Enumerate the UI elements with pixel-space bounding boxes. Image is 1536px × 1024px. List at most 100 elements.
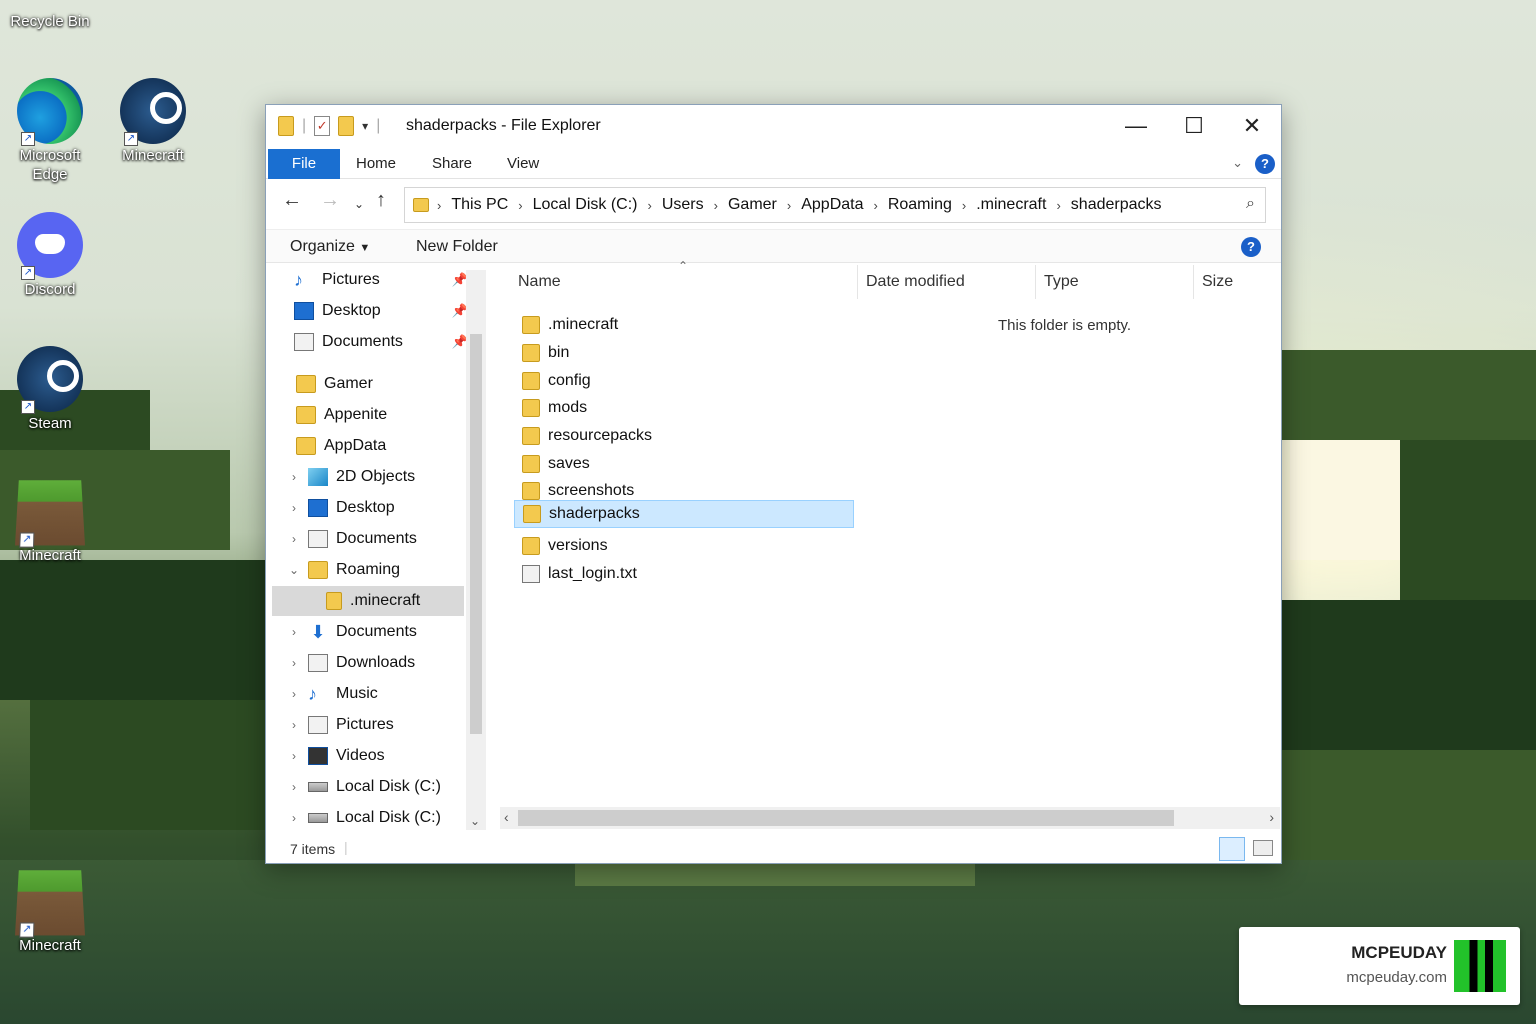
chevron-right-icon[interactable]: › — [286, 780, 302, 794]
properties-icon[interactable]: ✓ — [314, 116, 331, 136]
recent-locations-icon[interactable]: ⌄ — [354, 197, 364, 211]
nav-item-pictures-2[interactable]: › Pictures — [286, 710, 482, 740]
chevron-right-icon[interactable]: › — [286, 749, 302, 763]
chevron-right-icon[interactable]: › — [286, 470, 302, 484]
details-view-icon[interactable] — [1219, 837, 1245, 861]
customize-toolbar-icon[interactable]: ▾ — [362, 119, 368, 133]
breadcrumb-separator[interactable]: › — [518, 198, 522, 213]
scrollbar-thumb[interactable] — [518, 810, 1174, 826]
column-header-date-modified[interactable]: Date modified — [858, 265, 1036, 299]
list-item[interactable]: .minecraft — [514, 311, 854, 339]
help-icon[interactable]: ? — [1255, 154, 1275, 174]
nav-item-local-disk[interactable]: › Local Disk (C:) — [286, 772, 482, 802]
nav-item-roaming[interactable]: ⌄ Roaming — [286, 555, 482, 585]
breadcrumb-minecraft[interactable]: .minecraft — [976, 196, 1046, 214]
horizontal-scrollbar[interactable]: ‹ › — [500, 807, 1280, 829]
file-explorer-window: | ✓ ▾ | shaderpacks - File Explorer — ☐ … — [265, 104, 1282, 864]
column-header-type[interactable]: Type — [1036, 265, 1194, 299]
list-item-selected[interactable]: shaderpacks — [514, 500, 854, 528]
chevron-right-icon[interactable]: › — [286, 532, 302, 546]
forward-button[interactable]: → — [320, 189, 340, 212]
breadcrumb-roaming[interactable]: Roaming — [888, 196, 952, 214]
desktop-icon-recycle-bin[interactable]: Recycle Bin — [5, 12, 95, 31]
nav-item-music[interactable]: › ♪ Music — [286, 679, 482, 709]
scroll-left-icon[interactable]: ‹ — [504, 809, 509, 825]
scroll-right-icon[interactable]: › — [1269, 809, 1274, 825]
new-folder-icon[interactable] — [338, 116, 355, 136]
desktop-icon-minecraft[interactable]: ↗ Minecraft — [5, 868, 95, 955]
scroll-down-icon[interactable]: ⌄ — [470, 814, 480, 828]
desktop-icon-minecraft[interactable]: ↗ Minecraft — [5, 478, 95, 565]
list-item[interactable]: config — [514, 367, 854, 395]
chevron-right-icon[interactable]: › — [286, 687, 302, 701]
list-item[interactable]: resourcepacks — [514, 422, 854, 450]
list-item[interactable]: saves — [514, 450, 854, 478]
list-item[interactable]: versions — [514, 532, 854, 560]
chevron-right-icon[interactable]: › — [286, 718, 302, 732]
list-item[interactable]: mods — [514, 394, 854, 422]
nav-item-documents-2[interactable]: › ⬇ Documents — [286, 617, 482, 647]
breadcrumb-separator[interactable]: › — [1056, 198, 1060, 213]
breadcrumb-separator[interactable]: › — [437, 198, 441, 213]
chevron-down-icon[interactable]: ⌄ — [286, 563, 302, 577]
nav-item-3d-objects[interactable]: › 2D Objects — [286, 462, 482, 492]
folder-icon — [522, 344, 540, 362]
scrollbar-thumb[interactable] — [470, 334, 482, 734]
tree — [1282, 750, 1536, 860]
list-item[interactable]: last_login.txt — [514, 560, 854, 588]
column-header-size[interactable]: Size — [1194, 265, 1280, 299]
new-folder-button[interactable]: New Folder — [416, 238, 498, 256]
search-icon[interactable]: ⌕ — [1246, 195, 1255, 213]
breadcrumb-this-pc[interactable]: This PC — [451, 196, 508, 214]
desktop-icon-steam[interactable]: ↗ Steam — [5, 346, 95, 433]
nav-item-documents[interactable]: › Documents — [286, 524, 482, 554]
large-icons-view-icon[interactable] — [1253, 840, 1273, 856]
chevron-right-icon[interactable]: › — [286, 656, 302, 670]
help-icon[interactable]: ? — [1241, 237, 1261, 257]
navigation-pane-scrollbar[interactable]: ⌄ — [466, 270, 486, 830]
tab-view[interactable]: View — [507, 149, 539, 179]
tab-file[interactable]: File — [268, 149, 340, 179]
nav-item-videos[interactable]: › Videos — [286, 741, 482, 771]
back-button[interactable]: ← — [282, 189, 302, 212]
music-note-icon: ♪ — [308, 684, 317, 704]
breadcrumb-separator[interactable]: › — [648, 198, 652, 213]
up-button[interactable]: ↑ — [376, 189, 386, 212]
breadcrumb-appdata[interactable]: AppData — [801, 196, 863, 214]
desktop-icon-edge[interactable]: ↗ Microsoft Edge — [5, 78, 95, 184]
chevron-right-icon[interactable]: › — [286, 501, 302, 515]
tab-home[interactable]: Home — [356, 149, 396, 179]
nav-item-minecraft[interactable]: .minecraft — [272, 586, 464, 616]
breadcrumb-separator[interactable]: › — [714, 198, 718, 213]
breadcrumb-separator[interactable]: › — [962, 198, 966, 213]
breadcrumb-shaderpacks[interactable]: shaderpacks — [1071, 196, 1162, 214]
chevron-right-icon[interactable]: › — [286, 625, 302, 639]
maximize-button[interactable]: ☐ — [1165, 105, 1223, 149]
nav-item-desktop[interactable]: Desktop 📌 — [272, 296, 472, 326]
expand-ribbon-chevron-icon[interactable]: ⌄ — [1232, 155, 1243, 171]
breadcrumb-separator[interactable]: › — [787, 198, 791, 213]
breadcrumb-separator[interactable]: › — [873, 198, 877, 213]
nav-item-documents[interactable]: Documents 📌 — [272, 327, 472, 357]
nav-item-downloads[interactable]: › Downloads — [286, 648, 482, 678]
list-item[interactable]: bin — [514, 339, 854, 367]
desktop-icon-discord[interactable]: ↗ Discord — [5, 212, 95, 299]
minimize-button[interactable]: — — [1107, 105, 1165, 149]
tab-share[interactable]: Share — [432, 149, 472, 179]
breadcrumb-local-disk[interactable]: Local Disk (C:) — [533, 196, 638, 214]
address-bar[interactable]: › This PC › Local Disk (C:) › Users › Gamer… — [404, 187, 1266, 223]
nav-item-gamer[interactable]: Gamer — [274, 369, 474, 399]
nav-item-desktop[interactable]: › Desktop — [286, 493, 482, 523]
close-button[interactable]: ✕ — [1223, 105, 1281, 149]
breadcrumb-users[interactable]: Users — [662, 196, 704, 214]
desktop-icon-minecraft-launcher[interactable]: ↗ Minecraft — [108, 78, 198, 165]
chevron-right-icon[interactable]: › — [286, 811, 302, 825]
nav-item-appenite[interactable]: Appenite — [274, 400, 474, 430]
organize-button[interactable]: Organize ▼ — [290, 238, 370, 256]
nav-item-local-disk-2[interactable]: › Local Disk (C:) — [286, 803, 482, 831]
watermark-url: mcpeuday.com — [1346, 969, 1447, 986]
breadcrumb-gamer[interactable]: Gamer — [728, 196, 777, 214]
nav-item-appdata[interactable]: AppData — [274, 431, 474, 461]
nav-item-pictures[interactable]: ♪ Pictures 📌 — [272, 265, 472, 295]
nav-item-label: Videos — [336, 747, 385, 764]
